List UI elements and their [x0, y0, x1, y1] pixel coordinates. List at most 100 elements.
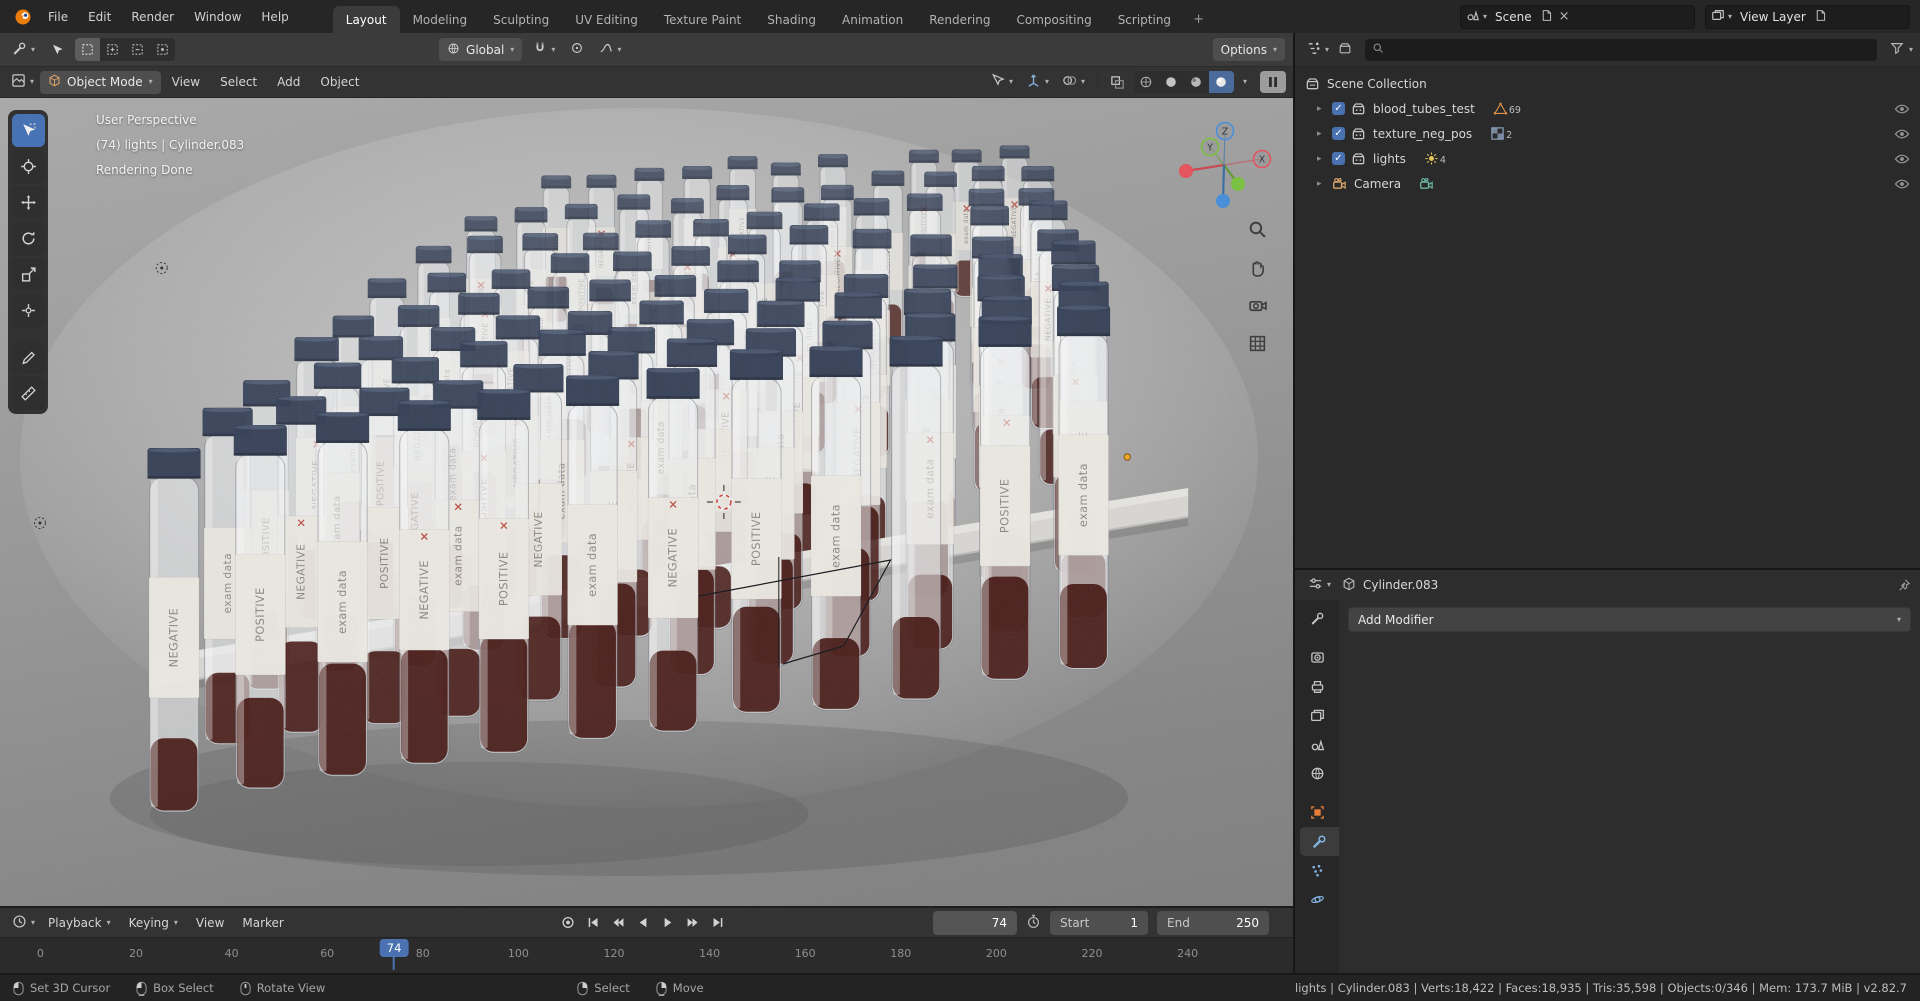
object-visibility-dropdown[interactable]: ▾ [986, 71, 1017, 93]
axis-y-neg-ball[interactable]: Y [1200, 137, 1220, 157]
active-tool-dropdown[interactable]: ▾ [8, 39, 39, 61]
hide-eye-icon[interactable] [1894, 101, 1910, 117]
expand-arrow-icon[interactable]: ▸ [1317, 129, 1332, 139]
playhead[interactable]: 74 [379, 939, 409, 970]
expand-arrow-icon[interactable]: ▸ [1317, 154, 1332, 164]
display-mode-icon[interactable] [1338, 41, 1352, 58]
topbar-menu[interactable]: Render [121, 0, 184, 33]
properties-tab[interactable] [1295, 885, 1339, 914]
frame-end-field[interactable]: End 250 [1157, 910, 1269, 935]
shading-wireframe-button[interactable] [1134, 71, 1159, 93]
view-layer-name[interactable]: View Layer [1735, 10, 1811, 24]
transport-button[interactable] [606, 912, 630, 934]
scale-tool-button[interactable] [11, 258, 45, 291]
expand-arrow-icon[interactable]: ▸ [1317, 104, 1332, 114]
topbar-menu[interactable]: Window [184, 0, 251, 33]
workspace-tab[interactable]: Shading [754, 6, 829, 33]
hide-eye-icon[interactable] [1894, 126, 1910, 142]
perspective-toggle-icon[interactable] [1244, 330, 1270, 356]
workspace-tab[interactable]: Texture Paint [651, 6, 754, 33]
xray-toggle[interactable] [1106, 73, 1129, 92]
properties-tab[interactable] [1295, 701, 1339, 730]
shading-dropdown[interactable]: ▾ [1239, 76, 1251, 88]
transport-button[interactable] [706, 912, 730, 934]
shading-solid-button[interactable] [1159, 71, 1184, 93]
editor-type-button[interactable]: ▾ [7, 71, 38, 93]
timeline-menu[interactable]: Marker [233, 908, 292, 937]
outliner-row[interactable]: ▸ ✓ blood_tubes_test 69 [1295, 96, 1920, 121]
outliner-item-label[interactable]: lights [1373, 152, 1406, 166]
select-box-tool-button[interactable] [11, 114, 45, 147]
zoom-icon[interactable] [1244, 216, 1270, 242]
outliner-item-label[interactable]: texture_neg_pos [1373, 127, 1472, 141]
collection-checkbox[interactable]: ✓ [1332, 152, 1345, 165]
blender-logo-icon[interactable] [8, 0, 38, 33]
navigation-gizmo[interactable]: X Y Z [1164, 105, 1284, 215]
search-input[interactable] [1365, 38, 1877, 61]
transform-tool-button[interactable] [11, 294, 45, 327]
move-tool-button[interactable] [11, 186, 45, 219]
outliner-item-label[interactable]: Scene Collection [1327, 77, 1427, 91]
record-icon[interactable] [556, 912, 580, 934]
unlink-scene-icon[interactable]: × [1556, 9, 1573, 24]
pause-render-button[interactable] [1260, 71, 1286, 93]
collection-checkbox[interactable]: ✓ [1332, 102, 1345, 115]
topbar-menu[interactable]: Help [251, 0, 298, 33]
current-frame-field[interactable]: 74 [933, 910, 1017, 935]
properties-tab[interactable] [1295, 798, 1339, 827]
timeline-ruler[interactable]: 0 20 40 60 80 100 120 140 160 180 200 22… [0, 937, 1293, 973]
add-modifier-button[interactable]: Add Modifier ▾ [1348, 607, 1911, 632]
editor-type-button[interactable]: ▾ [1304, 574, 1335, 596]
scene-selector[interactable]: ▾ Scene × [1460, 4, 1695, 29]
measure-tool-button[interactable] [11, 377, 45, 410]
transport-button[interactable] [681, 912, 705, 934]
outliner-item-label[interactable]: Camera [1354, 177, 1401, 191]
transport-button[interactable] [656, 912, 680, 934]
timeline-menu[interactable]: Keying ▾ [120, 908, 187, 937]
editor-type-button[interactable]: ▾ [8, 912, 39, 934]
properties-tab[interactable] [1295, 759, 1339, 788]
filter-icon[interactable] [1890, 41, 1904, 58]
transform-orientation-dropdown[interactable]: Global ▾ [439, 38, 523, 61]
axis-z-neg-ball[interactable]: Z [1215, 121, 1235, 141]
select-mode-intersect-button[interactable] [150, 38, 175, 61]
shading-rendered-button[interactable] [1208, 71, 1234, 93]
collection-checkbox[interactable]: ✓ [1332, 127, 1345, 140]
select-mode-new-button[interactable] [75, 38, 101, 61]
rotate-tool-button[interactable] [11, 222, 45, 255]
view-layer-selector[interactable]: ▾ View Layer [1705, 4, 1910, 29]
hide-eye-icon[interactable] [1894, 151, 1910, 167]
timeline-menu[interactable]: View [187, 908, 233, 937]
shading-material-button[interactable] [1184, 71, 1209, 93]
camera-view-icon[interactable] [1244, 292, 1270, 318]
workspace-tab[interactable]: Compositing [1003, 6, 1104, 33]
workspace-tab[interactable]: Sculpting [480, 6, 562, 33]
viewport-menu[interactable]: Select [211, 67, 266, 97]
gizmos-dropdown[interactable]: ▾ [1022, 71, 1053, 93]
cursor-tool-button[interactable] [11, 150, 45, 183]
options-dropdown[interactable]: Options ▾ [1212, 38, 1285, 61]
viewport-menu[interactable]: Add [268, 67, 309, 97]
viewport-menu[interactable]: Object [311, 67, 368, 97]
annotate-tool-button[interactable] [11, 341, 45, 374]
timeline-menu[interactable]: Playback ▾ [39, 908, 120, 937]
workspace-tab[interactable]: Rendering [916, 6, 1003, 33]
scene-name[interactable]: Scene [1490, 10, 1537, 24]
workspace-tab[interactable]: Modeling [400, 6, 481, 33]
3d-scene[interactable]: exam dataNEGATIVEPOSITIVEexam dataNEGATI… [0, 98, 1293, 906]
topbar-menu[interactable]: Edit [78, 0, 121, 33]
new-view-layer-icon[interactable] [1814, 9, 1827, 25]
new-scene-icon[interactable] [1540, 9, 1553, 25]
transport-button[interactable] [631, 912, 655, 934]
hide-eye-icon[interactable] [1894, 176, 1910, 192]
viewport-menu[interactable]: View [163, 67, 209, 97]
transport-button[interactable] [581, 912, 605, 934]
axis-z-ball[interactable] [1216, 194, 1230, 208]
outliner-item-label[interactable]: blood_tubes_test [1373, 102, 1475, 116]
mode-dropdown[interactable]: Object Mode ▾ [40, 70, 161, 94]
outliner-row[interactable]: Scene Collection [1295, 71, 1920, 96]
axis-y-ball[interactable] [1231, 177, 1245, 191]
axis-x-ball[interactable] [1179, 164, 1193, 178]
properties-tab[interactable] [1295, 856, 1339, 885]
axis-x-neg-ball[interactable]: X [1252, 149, 1272, 169]
